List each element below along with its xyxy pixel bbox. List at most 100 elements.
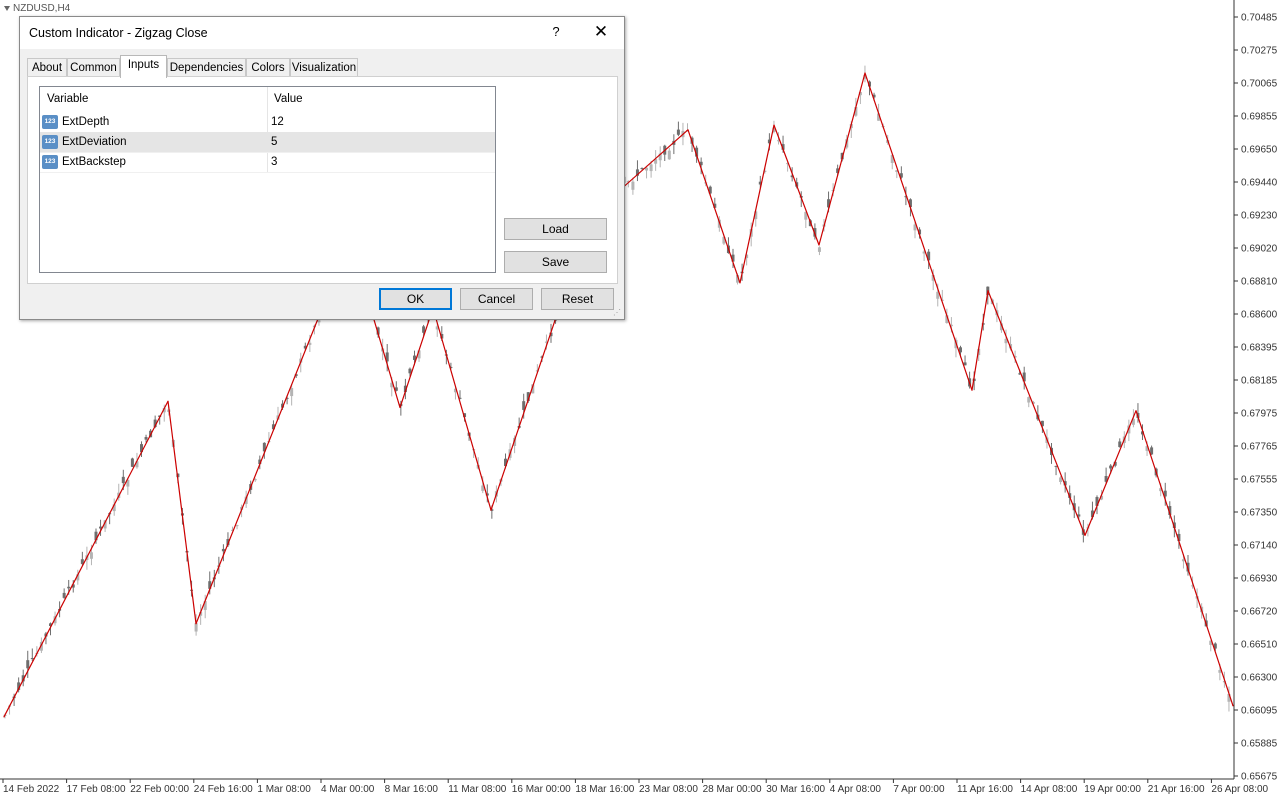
zigzag-point <box>773 124 775 126</box>
param-value[interactable]: 12 <box>271 112 284 132</box>
table-row[interactable]: 123 ExtBackstep 3 <box>40 152 495 173</box>
price-tick-label: 0.68600 <box>1241 310 1278 321</box>
candle-body <box>130 458 134 467</box>
price-tick-label: 0.69020 <box>1241 244 1278 255</box>
integer-param-icon: 123 <box>42 135 58 149</box>
resize-grip-icon[interactable]: ⋰ <box>613 308 622 317</box>
candle-body <box>817 247 821 252</box>
price-tick-label: 0.66300 <box>1241 673 1278 684</box>
price-tick-label: 0.69230 <box>1241 211 1278 222</box>
candle-body <box>30 658 34 660</box>
zigzag-point <box>1135 410 1137 412</box>
reset-button[interactable]: Reset <box>541 288 614 310</box>
candle-body <box>1118 441 1122 448</box>
price-tick-label: 0.68395 <box>1241 343 1278 354</box>
price-tick-label: 0.70275 <box>1241 46 1278 57</box>
table-row[interactable]: 123 ExtDepth 12 <box>40 112 495 133</box>
price-tick-label: 0.69650 <box>1241 145 1278 156</box>
candle-body <box>1109 465 1113 469</box>
close-icon[interactable]: ✕ <box>589 21 613 43</box>
candle-body <box>26 660 30 669</box>
time-tick-label: 7 Apr 00:00 <box>893 784 945 795</box>
ok-button[interactable]: OK <box>379 288 452 310</box>
price-tick-label: 0.67765 <box>1241 442 1278 453</box>
price-tick-label: 0.70485 <box>1241 13 1278 24</box>
save-button[interactable]: Save <box>504 251 607 273</box>
time-tick-label: 4 Mar 00:00 <box>321 784 375 795</box>
tab-colors[interactable]: Colors <box>246 58 290 77</box>
zigzag-point <box>490 509 492 511</box>
candle-body <box>221 548 225 552</box>
candle-body <box>89 552 93 559</box>
price-tick-label: 0.65885 <box>1241 739 1278 750</box>
price-tick-label: 0.68810 <box>1241 277 1278 288</box>
tab-common[interactable]: Common <box>67 58 120 77</box>
price-tick-label: 0.70065 <box>1241 79 1278 90</box>
time-tick-label: 28 Mar 00:00 <box>703 784 762 795</box>
table-row[interactable]: 123 ExtDeviation 5 <box>40 132 495 153</box>
candle-body <box>62 592 66 598</box>
param-value[interactable]: 3 <box>271 152 277 172</box>
symbol-text: NZDUSD,H4 <box>13 3 71 14</box>
zigzag-segment <box>432 307 492 511</box>
tab-inputs[interactable]: Inputs <box>120 55 167 78</box>
time-tick-label: 18 Mar 16:00 <box>575 784 634 795</box>
zigzag-point <box>687 129 689 131</box>
custom-indicator-dialog: Custom Indicator - Zigzag Close ? ✕ Abou… <box>19 16 625 320</box>
candle-body <box>121 476 125 484</box>
price-tick-label: 0.67975 <box>1241 409 1278 420</box>
zigzag-segment <box>399 307 434 408</box>
zigzag-segment <box>773 124 820 246</box>
price-tick-label: 0.68185 <box>1241 376 1278 387</box>
cancel-button[interactable]: Cancel <box>460 288 533 310</box>
help-icon[interactable]: ? <box>547 23 565 41</box>
zigzag-point <box>195 623 197 625</box>
price-tick-label: 0.67350 <box>1241 508 1278 519</box>
column-header-variable[interactable]: Variable <box>40 87 267 111</box>
time-tick-label: 11 Apr 16:00 <box>957 784 1013 795</box>
candle-body <box>1027 397 1031 403</box>
candle-body <box>667 150 671 160</box>
zigzag-point <box>167 400 169 402</box>
zigzag-point <box>864 72 866 74</box>
zigzag-segment <box>3 400 169 718</box>
time-tick-label: 16 Mar 00:00 <box>512 784 571 795</box>
zigzag-point <box>3 716 5 718</box>
time-tick-label: 14 Feb 2022 <box>3 784 60 795</box>
time-tick-label: 24 Feb 16:00 <box>194 784 253 795</box>
candle-body <box>290 387 294 397</box>
time-tick-label: 8 Mar 16:00 <box>385 784 439 795</box>
zigzag-point <box>987 290 989 292</box>
zigzag-segment <box>864 72 973 391</box>
time-tick-label: 21 Apr 16:00 <box>1148 784 1205 795</box>
zigzag-segment <box>987 290 1086 536</box>
time-tick-label: 19 Apr 00:00 <box>1084 784 1141 795</box>
integer-param-icon: 123 <box>42 155 58 169</box>
time-tick-label: 26 Apr 08:00 <box>1211 784 1268 795</box>
candle-body <box>649 164 653 172</box>
parameters-table[interactable]: Variable Value 123 ExtDepth 12 123 ExtDe… <box>39 86 496 273</box>
inputs-panel: Variable Value 123 ExtDepth 12 123 ExtDe… <box>27 76 618 284</box>
column-header-value[interactable]: Value <box>267 87 495 111</box>
param-value[interactable]: 5 <box>271 132 277 152</box>
candle-body <box>317 320 321 323</box>
dialog-titlebar[interactable]: Custom Indicator - Zigzag Close ? ✕ <box>20 17 624 49</box>
zigzag-segment <box>1135 410 1234 706</box>
price-tick-label: 0.67140 <box>1241 541 1278 552</box>
time-tick-label: 30 Mar 16:00 <box>766 784 825 795</box>
load-button[interactable]: Load <box>504 218 607 240</box>
zigzag-segment <box>971 290 989 391</box>
price-tick-label: 0.66720 <box>1241 607 1278 618</box>
tab-dependencies[interactable]: Dependencies <box>167 58 246 77</box>
param-name: ExtDeviation <box>62 136 127 148</box>
dropdown-arrow-icon[interactable] <box>4 5 10 11</box>
tab-about[interactable]: About <box>27 58 67 77</box>
candle-body <box>144 437 148 440</box>
time-tick-label: 14 Apr 08:00 <box>1021 784 1078 795</box>
price-tick-label: 0.67555 <box>1241 475 1278 486</box>
tab-visualization[interactable]: Visualization <box>290 58 358 77</box>
candle-body <box>194 623 198 632</box>
zigzag-point <box>818 244 820 246</box>
price-tick-label: 0.66930 <box>1241 574 1278 585</box>
candle-body <box>676 129 680 135</box>
